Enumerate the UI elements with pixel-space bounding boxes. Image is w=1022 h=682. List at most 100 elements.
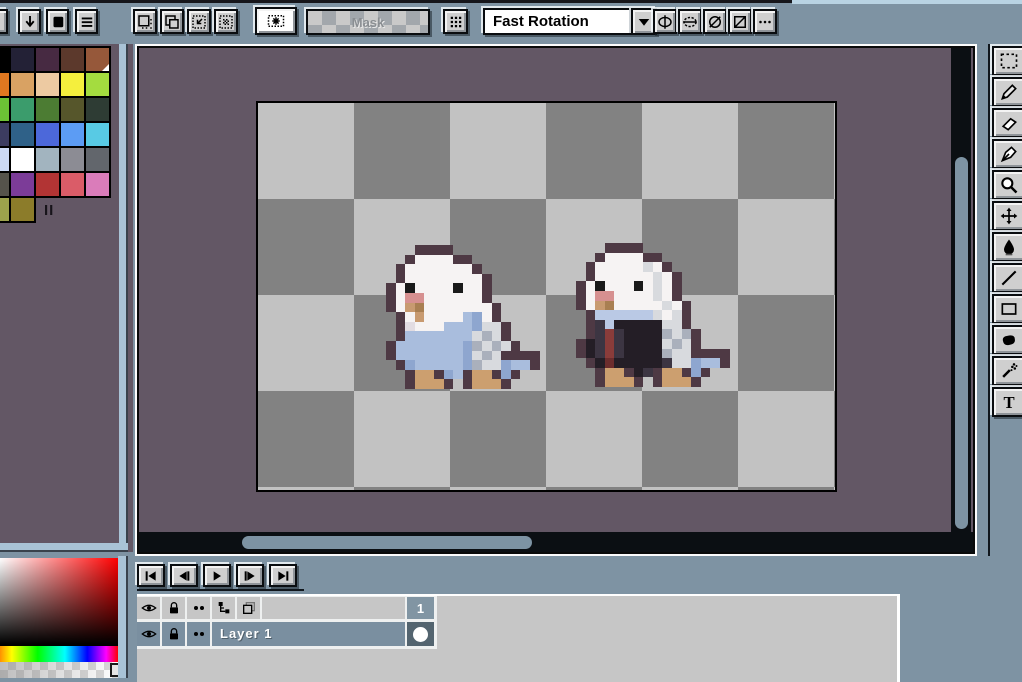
eraser-tool[interactable] [992, 108, 1022, 138]
lock-column-button[interactable] [162, 597, 185, 619]
play-button[interactable] [203, 564, 231, 587]
palette-swatch[interactable] [9, 196, 36, 223]
palette-swatch[interactable] [84, 46, 111, 73]
palette-swatch[interactable] [84, 171, 111, 198]
layer-onion-toggle[interactable] [187, 622, 210, 646]
airbrush-tool[interactable] [992, 356, 1022, 386]
line-icon [999, 268, 1019, 288]
new-image-button[interactable] [46, 9, 69, 34]
horizontal-scrollbar[interactable] [139, 532, 973, 552]
brush-tool[interactable] [992, 325, 1022, 355]
palette-swatch[interactable] [84, 71, 111, 98]
palette-swatch[interactable] [9, 171, 36, 198]
palette-swatch[interactable] [34, 171, 61, 198]
line-tool[interactable] [992, 263, 1022, 293]
palette-swatch[interactable] [34, 146, 61, 173]
layer-lock-toggle[interactable] [162, 622, 185, 646]
alpha-slider[interactable] [0, 662, 118, 678]
duplicate-layer-button[interactable] [237, 597, 260, 619]
step-back-icon [176, 568, 192, 584]
palette-swatch[interactable] [34, 46, 61, 73]
rotation-mode-select[interactable]: Fast Rotation [483, 8, 631, 35]
layer-name[interactable]: Layer 1 [212, 622, 405, 646]
more-options-button[interactable] [753, 9, 777, 34]
play-icon [209, 568, 225, 584]
palette-swatch[interactable] [9, 121, 36, 148]
selection-tool[interactable] [992, 46, 1022, 76]
frame-number-badge[interactable]: 1 [407, 597, 434, 619]
palette-swatch[interactable] [34, 96, 61, 123]
text-tool[interactable]: T [992, 387, 1022, 417]
panel-border [119, 44, 126, 552]
layer-thumbnail[interactable] [407, 622, 434, 646]
palette-swatch[interactable] [9, 96, 36, 123]
vertical-scrollbar[interactable] [951, 48, 971, 532]
palette-swatch[interactable] [59, 171, 86, 198]
layer-thumbnail-dot [413, 627, 428, 642]
panel-border [0, 550, 128, 552]
palette-swatch[interactable] [9, 146, 36, 173]
palette-swatch[interactable] [9, 71, 36, 98]
palette-swatch[interactable] [59, 46, 86, 73]
pencil-tool[interactable] [992, 77, 1022, 107]
mask-opacity-slider[interactable]: Mask [306, 9, 430, 35]
palette-swatch[interactable] [84, 121, 111, 148]
new-image-icon [49, 13, 67, 31]
select-move-button[interactable] [160, 9, 184, 34]
color-picker-panel [0, 556, 133, 682]
skip-last-button[interactable] [269, 564, 297, 587]
render-selection-button[interactable] [255, 7, 297, 35]
arrow-down-icon [21, 13, 39, 31]
clipped-button[interactable] [0, 9, 8, 34]
fill-tool[interactable] [992, 232, 1022, 262]
panel-border [126, 44, 128, 552]
rectangle-icon [999, 299, 1019, 319]
select-tile-button[interactable] [214, 9, 238, 34]
rotate-ccw-icon [706, 13, 724, 31]
step-back-button[interactable] [170, 564, 198, 587]
horizontal-scrollbar-thumb[interactable] [242, 536, 532, 549]
grid-toggle-button[interactable] [443, 9, 468, 34]
saturation-value-picker[interactable] [0, 558, 118, 644]
rotate-cw-icon [731, 13, 749, 31]
onion-skin-column-button[interactable] [187, 597, 210, 619]
select-paste-button[interactable] [187, 9, 211, 34]
hue-slider[interactable] [0, 646, 118, 662]
menu-icon [78, 13, 96, 31]
rotate-cw-button[interactable] [728, 9, 752, 34]
flip-vertical-icon [656, 13, 674, 31]
flip-horizontal-button[interactable] [678, 9, 702, 34]
palette-swatch[interactable] [59, 146, 86, 173]
palette-swatch[interactable] [34, 71, 61, 98]
link-layers-button[interactable] [212, 597, 235, 619]
image-canvas[interactable] [256, 101, 837, 492]
layers-header-filler [262, 597, 405, 619]
palette-swatch[interactable] [59, 96, 86, 123]
menu-button[interactable] [75, 9, 98, 34]
palette-swatch[interactable] [59, 121, 86, 148]
palette-swatch[interactable] [84, 146, 111, 173]
rectangle-tool[interactable] [992, 294, 1022, 324]
palette-swatch[interactable] [34, 121, 61, 148]
flip-vertical-button[interactable] [653, 9, 677, 34]
import-button[interactable] [18, 9, 41, 34]
layer-visibility-toggle[interactable] [137, 622, 160, 646]
move-tool[interactable] [992, 201, 1022, 231]
palette-swatch[interactable] [84, 96, 111, 123]
desktop-edge [792, 0, 1022, 4]
rotation-mode-value: Fast Rotation [493, 13, 589, 30]
pen-tool[interactable] [992, 139, 1022, 169]
palette-swatch[interactable] [59, 71, 86, 98]
palette-swatch[interactable] [9, 46, 36, 73]
eraser-icon [999, 113, 1019, 133]
marquee-icon [999, 51, 1019, 71]
select-new-button[interactable] [133, 9, 157, 34]
lock-icon [166, 626, 182, 642]
frame-number: 1 [417, 601, 424, 616]
rotate-ccw-button[interactable] [703, 9, 727, 34]
step-forward-button[interactable] [236, 564, 264, 587]
vertical-scrollbar-thumb[interactable] [955, 157, 968, 529]
zoom-tool[interactable] [992, 170, 1022, 200]
skip-first-button[interactable] [137, 564, 165, 587]
visibility-column-button[interactable] [137, 597, 160, 619]
